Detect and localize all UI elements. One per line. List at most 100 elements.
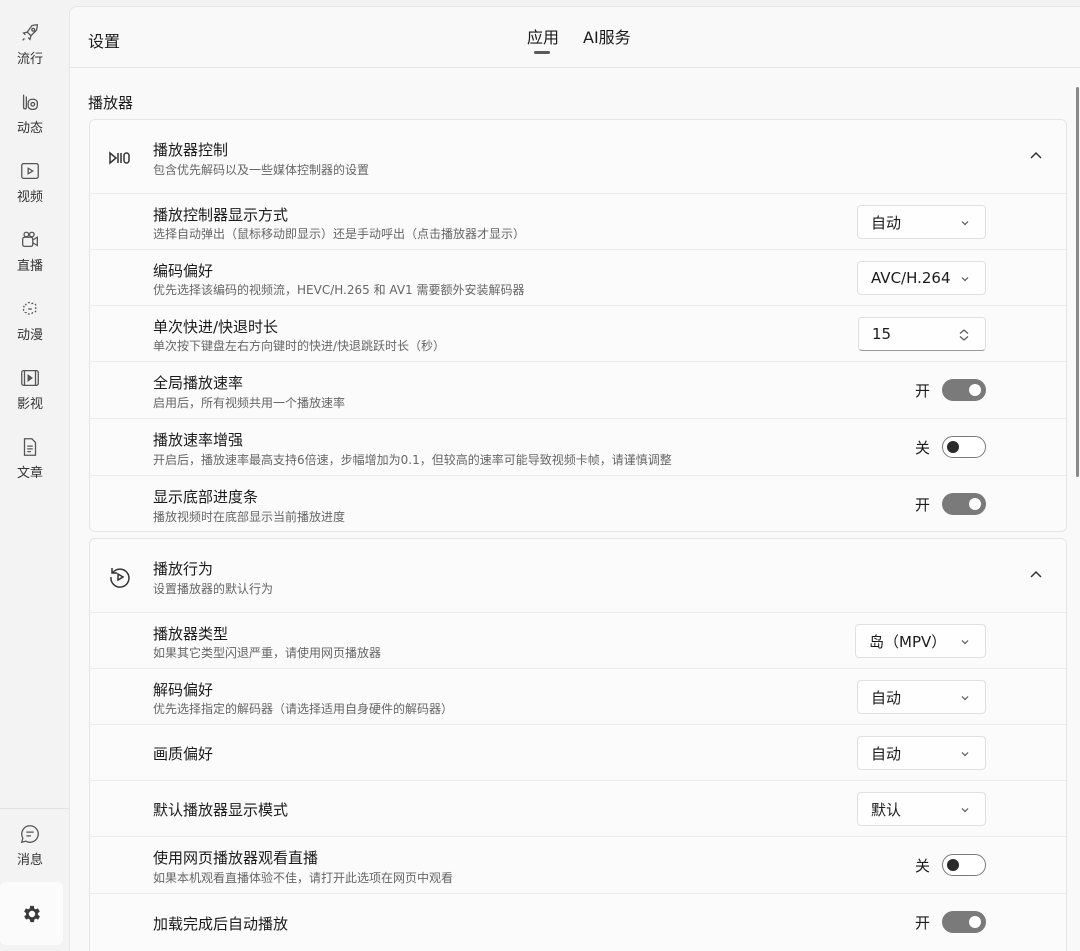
sidebar-item-messages[interactable]: 消息 <box>0 819 60 881</box>
quality-preference-dropdown[interactable]: 自动 <box>857 736 986 770</box>
card-description: 包含优先解码以及一些媒体控制器的设置 <box>153 163 370 177</box>
feed-icon <box>22 94 38 110</box>
player-type-dropdown[interactable]: 岛（MPV） <box>855 624 986 658</box>
playback-behavior-card: 播放行为 设置播放器的默认行为 播放器类型 如果其它类型闪退严重，请使用网页播放… <box>89 538 1067 951</box>
dropdown-value: AVC/H.264 <box>871 269 951 287</box>
chevron-down-icon <box>961 277 969 282</box>
setting-title: 解码偏好 <box>153 681 214 699</box>
speed-boost-toggle[interactable] <box>942 436 986 458</box>
sidebar-item-feed[interactable]: 动态 <box>0 87 60 149</box>
tab-ai-service[interactable]: AI服务 <box>583 24 631 48</box>
sidebar-item-popular[interactable]: 流行 <box>0 18 60 80</box>
sidebar-item-video[interactable]: 视频 <box>0 156 60 218</box>
scrollbar[interactable] <box>1076 87 1079 477</box>
header: 设置 应用 AI服务 <box>70 7 1080 68</box>
toggle-knob <box>969 384 981 396</box>
setting-row: 单次快进/快退时长 单次按下键盘左右方向键时的快进/快退跳跃时长（秒） 15 <box>90 306 1066 362</box>
setting-row: 显示底部进度条 播放视频时在底部显示当前播放进度 开 <box>90 476 1066 532</box>
setting-description: 优先选择该编码的视频流，HEVC/H.265 和 AV1 需要额外安装解码器 <box>153 283 525 297</box>
global-speed-toggle[interactable] <box>942 379 986 401</box>
toggle-state-label: 开 <box>914 496 930 514</box>
web-live-toggle[interactable] <box>942 854 986 876</box>
bottom-progress-toggle[interactable] <box>942 493 986 515</box>
gear-icon <box>23 905 40 922</box>
autoplay-toggle[interactable] <box>942 911 986 933</box>
setting-title: 画质偏好 <box>153 745 214 763</box>
stepper-arrows-icon[interactable] <box>957 328 971 342</box>
rocket-icon <box>22 24 38 41</box>
setting-title: 显示底部进度条 <box>153 488 259 506</box>
sidebar-item-label: 流行 <box>16 52 43 67</box>
setting-title: 播放控制器显示方式 <box>153 206 289 224</box>
dropdown-value: 自动 <box>871 688 902 707</box>
chevron-down-icon <box>961 808 969 813</box>
setting-title: 编码偏好 <box>153 262 214 280</box>
dropdown-value: 默认 <box>871 800 902 819</box>
setting-description: 开启后，播放速率最高支持6倍速，步幅增加为0.1，但较高的速率可能导致视频卡帧，… <box>153 453 672 467</box>
sidebar-item-live[interactable]: 直播 <box>0 225 60 287</box>
seek-duration-stepper[interactable]: 15 <box>858 317 986 351</box>
sidebar-item-label: 消息 <box>16 853 43 868</box>
setting-row: 全局播放速率 启用后，所有视频共用一个播放速率 开 <box>90 362 1066 419</box>
setting-description: 如果其它类型闪退严重，请使用网页播放器 <box>153 646 382 660</box>
toggle-state-label: 开 <box>914 914 930 932</box>
setting-row: 编码偏好 优先选择该编码的视频流，HEVC/H.265 和 AV1 需要额外安装… <box>90 250 1066 306</box>
setting-title: 播放器类型 <box>153 625 229 643</box>
global-speed-toggle-group: 开 <box>886 379 986 401</box>
toggle-state-label: 关 <box>914 439 930 457</box>
live-icon <box>22 231 38 248</box>
display-mode-dropdown[interactable]: 默认 <box>857 792 986 826</box>
sidebar-item-label: 动态 <box>16 121 43 136</box>
chevron-down-icon <box>961 696 969 701</box>
setting-description: 优先选择指定的解码器（请选择适用自身硬件的解码器） <box>153 702 454 716</box>
settings-button[interactable] <box>0 882 63 945</box>
dropdown-value: 自动 <box>871 744 902 763</box>
sidebar-divider <box>0 808 69 809</box>
setting-title: 使用网页播放器观看直播 <box>153 849 319 867</box>
section-title: 播放器 <box>88 94 134 112</box>
controller-display-dropdown[interactable]: 自动 <box>857 205 986 239</box>
setting-title: 全局播放速率 <box>153 374 244 392</box>
setting-description: 启用后，所有视频共用一个播放速率 <box>153 396 346 410</box>
video-play-icon <box>21 163 39 179</box>
sidebar-item-label: 直播 <box>16 259 43 274</box>
tab-app[interactable]: 应用 <box>527 24 559 48</box>
sidebar-item-film[interactable]: 影视 <box>0 363 60 425</box>
card-header[interactable]: 播放器控制 包含优先解码以及一些媒体控制器的设置 <box>90 120 1066 194</box>
setting-row: 播放器类型 如果其它类型闪退严重，请使用网页播放器 岛（MPV） <box>90 613 1066 669</box>
toggle-knob <box>947 441 959 453</box>
sidebar-item-anime[interactable]: 动漫 <box>0 294 60 356</box>
codec-preference-dropdown[interactable]: AVC/H.264 <box>857 261 986 295</box>
chevron-up-icon[interactable] <box>1028 567 1044 583</box>
chevron-up-icon[interactable] <box>1028 148 1044 164</box>
playback-controls-icon <box>109 151 130 165</box>
page-title: 设置 <box>88 32 121 51</box>
card-header[interactable]: 播放行为 设置播放器的默认行为 <box>90 539 1066 613</box>
setting-description: 单次按下键盘左右方向键时的快进/快退跳跃时长（秒） <box>153 339 446 353</box>
anime-icon <box>22 301 37 315</box>
decoder-preference-dropdown[interactable]: 自动 <box>857 680 986 714</box>
chevron-down-icon <box>961 221 969 226</box>
bottom-progress-toggle-group: 开 <box>886 493 986 515</box>
player-controls-card: 播放器控制 包含优先解码以及一些媒体控制器的设置 播放控制器显示方式 选择自动弹… <box>89 119 1067 532</box>
chevron-down-icon <box>961 752 969 757</box>
setting-row: 画质偏好 自动 <box>90 725 1066 781</box>
card-description: 设置播放器的默认行为 <box>153 582 274 596</box>
setting-description: 播放视频时在底部显示当前播放进度 <box>153 510 346 524</box>
setting-title: 单次快进/快退时长 <box>153 318 279 336</box>
sidebar-item-label: 文章 <box>16 466 43 481</box>
sidebar-item-label: 影视 <box>16 397 43 412</box>
web-live-toggle-group: 关 <box>886 854 986 876</box>
replay-icon <box>110 568 130 588</box>
toggle-knob <box>969 916 981 928</box>
speed-boost-toggle-group: 关 <box>886 436 986 458</box>
setting-title: 默认播放器显示模式 <box>153 801 289 819</box>
film-icon <box>21 370 39 386</box>
setting-row: 播放速率增强 开启后，播放速率最高支持6倍速，步幅增加为0.1，但较高的速率可能… <box>90 419 1066 476</box>
toggle-knob <box>947 859 959 871</box>
setting-description: 选择自动弹出（鼠标移动即显示）还是手动呼出（点击播放器才显示） <box>153 227 526 241</box>
article-icon <box>23 438 37 456</box>
setting-row: 使用网页播放器观看直播 如果本机观看直播体验不佳，请打开此选项在网页中观看 关 <box>90 837 1066 894</box>
autoplay-toggle-group: 开 <box>886 911 986 933</box>
sidebar-item-article[interactable]: 文章 <box>0 432 60 494</box>
